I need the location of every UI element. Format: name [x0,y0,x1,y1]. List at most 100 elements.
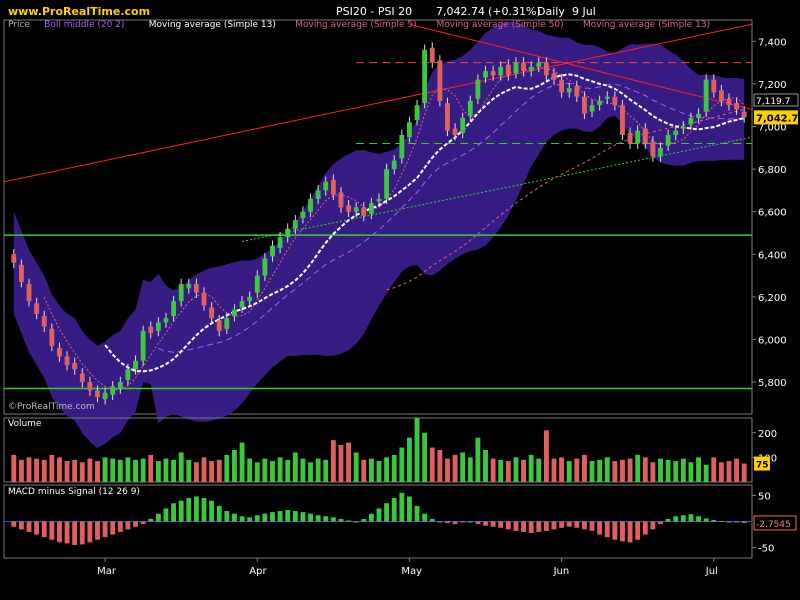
candle-body [376,198,382,202]
macd-bar [133,521,138,527]
volume-bar [650,462,656,482]
macd-bar [292,511,298,522]
macd-bar [163,508,169,522]
macd-bar [285,510,291,522]
candle-body [414,105,420,121]
volume-bar [72,459,78,482]
candle [422,44,428,109]
candle-body [285,228,291,238]
macd-bar [277,511,283,522]
macd-bar [64,521,70,544]
volume-bar [270,461,275,482]
volume-bar [239,442,245,482]
candle-body [247,296,253,302]
macd-title: MACD minus Signal (12 26 9) [8,487,140,497]
candle-body [452,128,458,136]
volume-bar [300,458,306,482]
last-price-header: 7,042.74 [436,5,485,18]
volume-bar [34,458,40,482]
volume-bar [11,454,17,482]
macd-bar [673,516,679,522]
volume-bar [330,440,336,482]
macd-bar [437,521,443,523]
price-y-tick-label: 6,600 [758,208,787,219]
candle-body [133,360,138,370]
price-y-tick-label: 7,200 [758,80,787,91]
x-tick-label: Jun [553,566,570,577]
candle-body [201,292,207,306]
candle-body [163,318,169,323]
candle-body [734,103,740,110]
volume-bar [338,445,344,482]
volume-bar [604,457,610,482]
macd-bar [95,521,100,540]
macd-bar [102,521,108,538]
volume-bar [414,418,420,482]
volume-bar [475,437,481,482]
candle-body [110,386,116,395]
candle-body [292,220,298,229]
x-tick-label: Jul [705,566,718,577]
candle-body [543,62,549,76]
volume-bar [346,442,352,482]
macd-bar [171,503,177,522]
macd-bar [483,521,488,526]
candle-body [148,326,154,334]
candle [703,74,709,117]
volume-bar [680,458,686,482]
candle-body [559,79,565,93]
candle-body [688,117,694,125]
volume-bar [155,461,161,482]
legend-entry: Moving average (Simple 13) [583,20,710,30]
macd-bar [254,515,260,522]
volume-bar [64,461,70,482]
macd-bar [87,521,93,543]
macd-bar [581,521,587,530]
macd-bar [597,521,603,535]
prev-value-label: 7,119.7 [756,97,790,107]
macd-bar [376,508,382,522]
macd-bar [216,505,222,522]
candle [620,99,625,141]
volume-bar [102,457,108,482]
candle-body [460,117,466,133]
x-tick-label: Mar [97,566,117,577]
macd-bar [574,521,580,528]
candle-body [673,130,679,136]
candle-body [79,373,85,383]
x-tick-label: May [401,566,422,577]
macd-bar [262,513,268,522]
price-y-tick-label: 5,800 [758,378,787,389]
candle-body [178,284,184,302]
candle-body [64,356,70,366]
macd-last-label: -2.7545 [756,520,791,530]
macd-bar [718,520,724,522]
macd-bar [232,513,237,522]
macd-bar [368,513,374,522]
macd-bar [26,521,32,532]
legend-entry: Boll middle (20 2) [44,20,124,30]
price-y-tick-label: 6,200 [758,293,787,304]
macd-bar [79,521,85,545]
macd-bar [734,521,740,523]
candle-body [513,62,519,74]
candle-body [117,382,123,389]
macd-bar [140,521,146,525]
volume-bar [589,461,595,482]
macd-bar [741,521,747,523]
macd-bar [186,498,192,522]
volume-bar [688,462,694,482]
macd-bar [399,492,405,522]
candle-body [741,111,747,118]
volume-bar [658,458,663,482]
macd-bar [361,518,367,522]
macd-y-tick-label: -50 [758,544,774,555]
macd-bar [688,514,694,522]
volume-last-label: 75 [756,461,769,471]
volume-bar [726,461,732,482]
candle-body [467,100,473,116]
macd-bar [665,518,671,522]
candle-body [125,369,131,380]
volume-bar [87,458,93,482]
macd-bar [270,512,275,522]
